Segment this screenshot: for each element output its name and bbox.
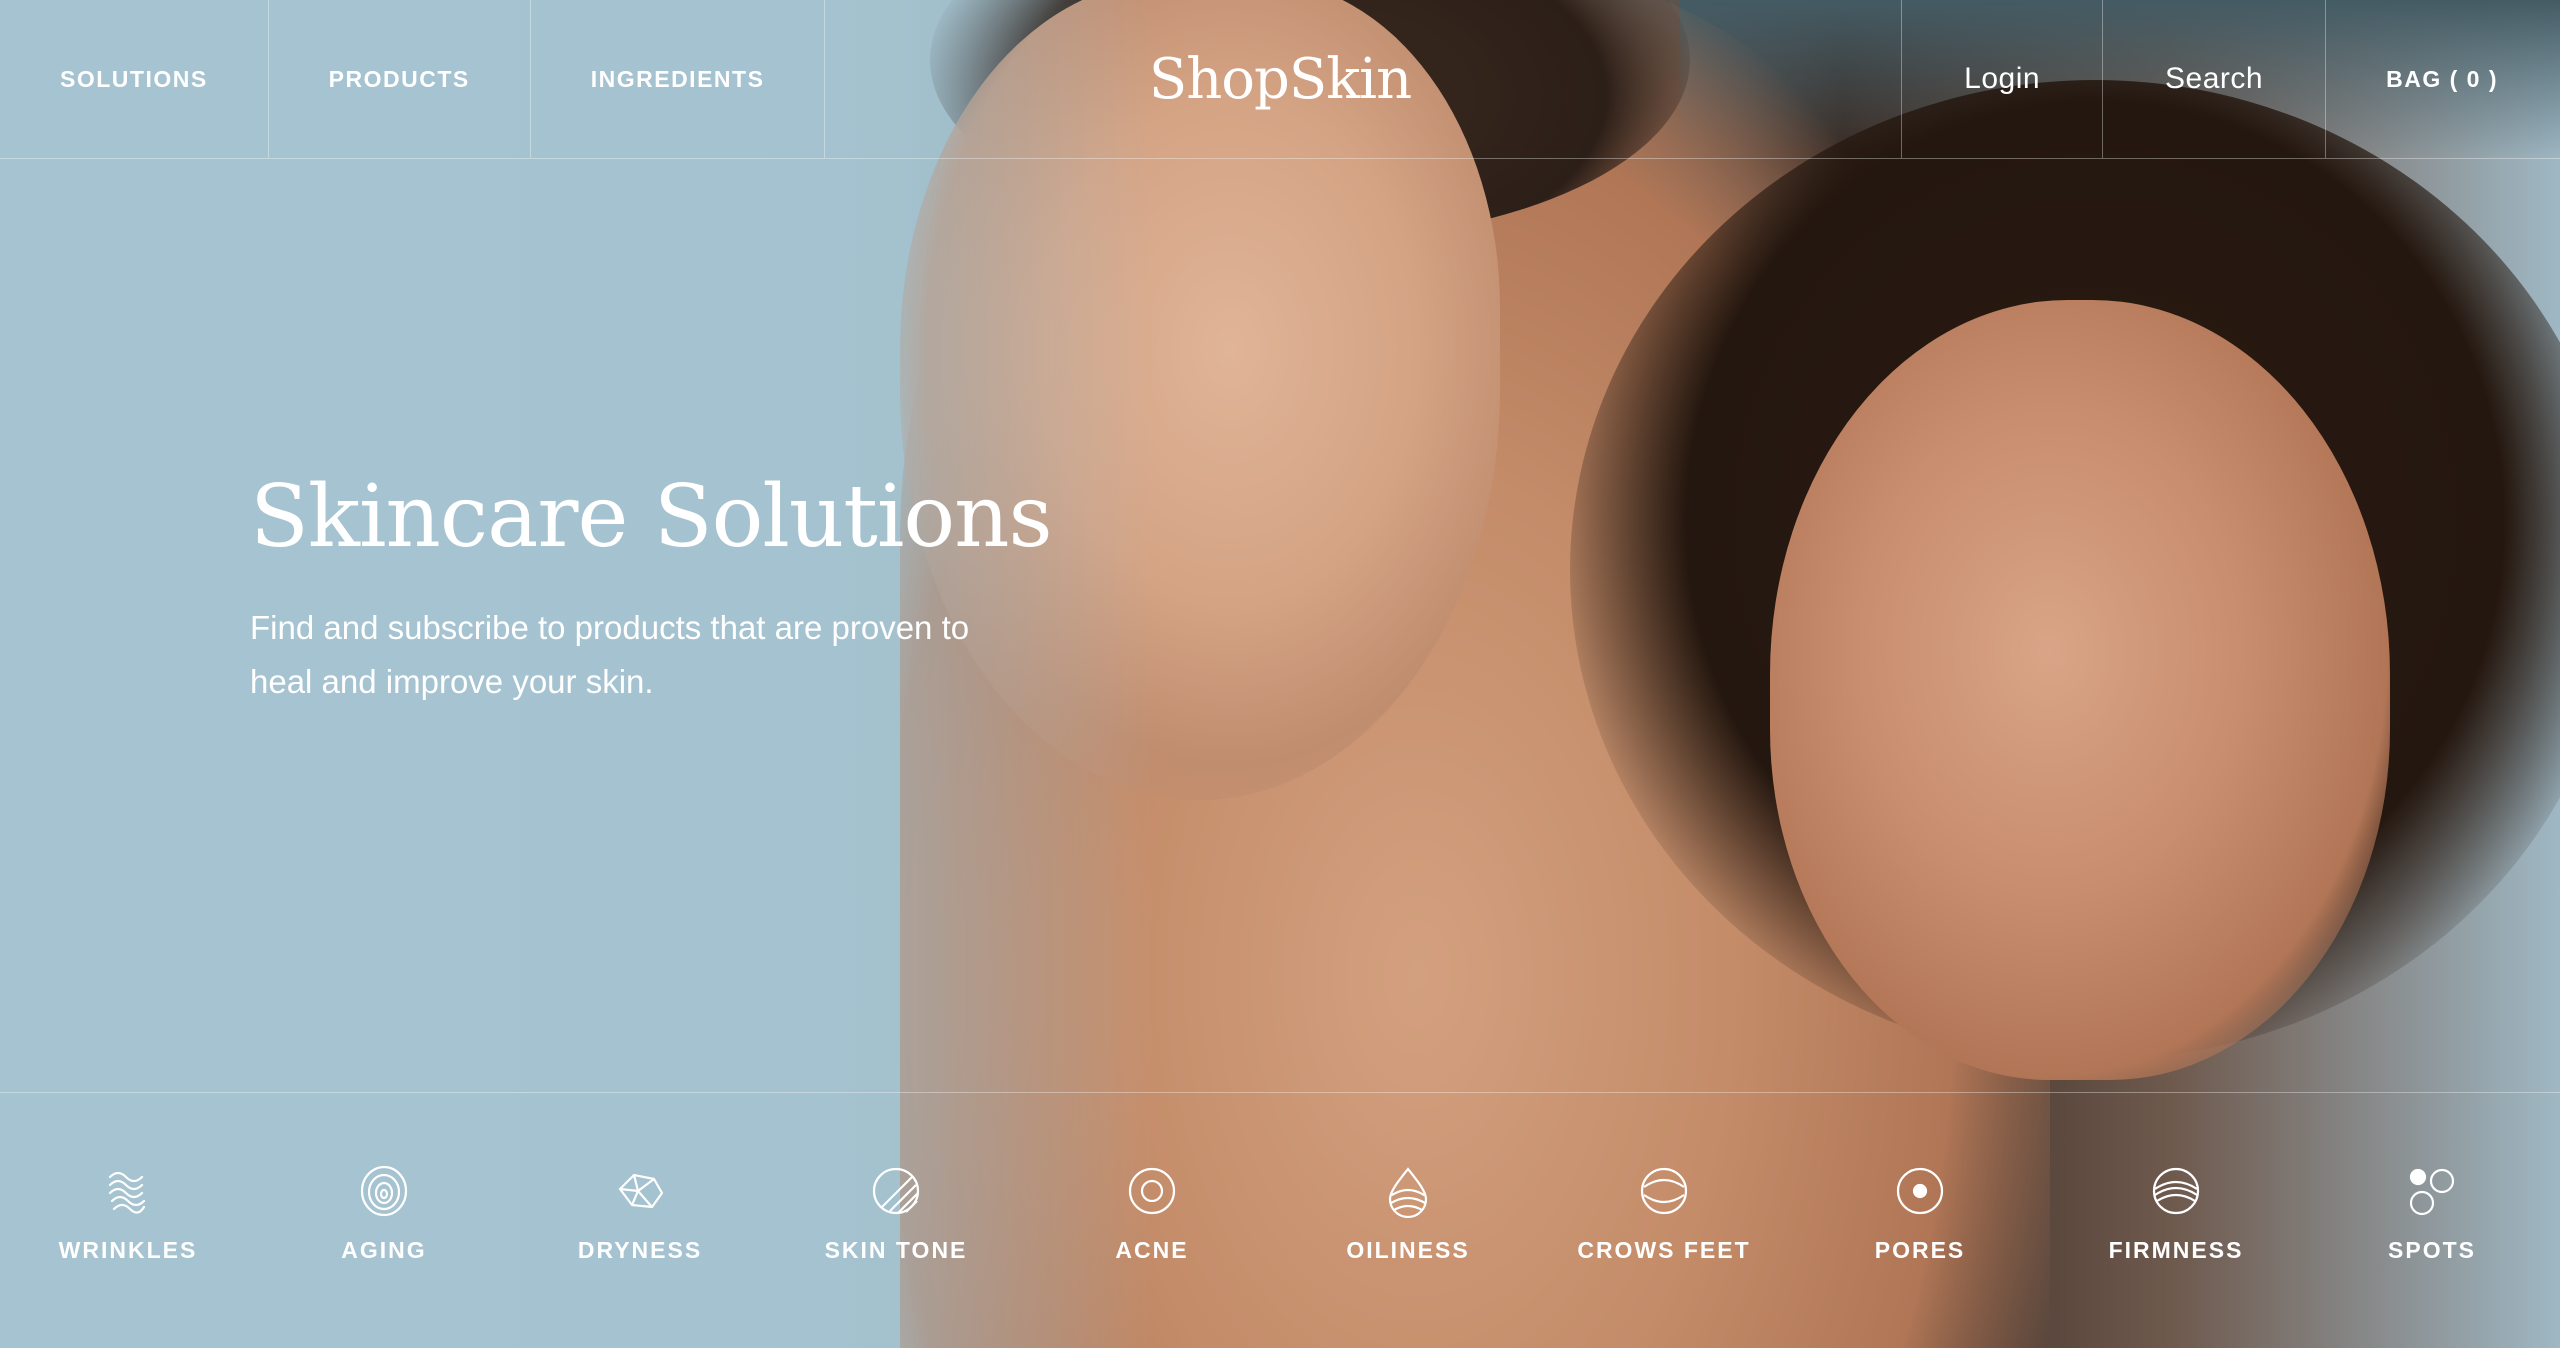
- background-face-woman: [1770, 300, 2390, 1080]
- login-link[interactable]: Login: [1901, 0, 2102, 158]
- hero-section: SOLUTIONS PRODUCTS INGREDIENTS Login Sea…: [0, 0, 2560, 1348]
- nav-solutions-link[interactable]: SOLUTIONS: [0, 0, 269, 158]
- category-dryness[interactable]: DRYNESS: [512, 1163, 768, 1264]
- category-aging[interactable]: AGING: [256, 1163, 512, 1264]
- bag-link[interactable]: BAG ( 0 ): [2325, 0, 2560, 158]
- category-wrinkles[interactable]: WRINKLES: [0, 1163, 256, 1264]
- hero-subtitle: Find and subscribe to products that are …: [250, 608, 970, 701]
- category-label: PORES: [1874, 1237, 1966, 1263]
- crows-feet-icon: [1636, 1163, 1692, 1219]
- dryness-icon: [612, 1163, 668, 1219]
- background-hair-woman: [1570, 80, 2560, 1060]
- category-label: ACNE: [1115, 1237, 1189, 1263]
- search-link[interactable]: Search: [2102, 0, 2325, 158]
- category-label: AGING: [341, 1237, 427, 1263]
- oiliness-icon: [1380, 1163, 1436, 1219]
- aging-icon: [356, 1163, 412, 1219]
- category-pores[interactable]: PORES: [1792, 1163, 2048, 1264]
- category-label: DRYNESS: [577, 1237, 703, 1263]
- nav-right-group: Login Search BAG ( 0 ): [1901, 0, 2560, 158]
- category-firmness[interactable]: FIRMNESS: [2048, 1163, 2304, 1264]
- hero-copy: Skincare Solutions Find and subscribe to…: [250, 467, 1053, 709]
- category-label: OILINESS: [1346, 1237, 1470, 1263]
- category-acne[interactable]: ACNE: [1024, 1163, 1280, 1264]
- skin-tone-icon: [868, 1163, 924, 1219]
- brand-logo[interactable]: ShopSkin: [1149, 44, 1412, 114]
- category-label: FIRMNESS: [2108, 1237, 2244, 1263]
- category-label: SKIN TONE: [824, 1237, 968, 1263]
- nav-products-link[interactable]: PRODUCTS: [269, 0, 531, 158]
- pores-icon: [1892, 1163, 1948, 1219]
- firmness-icon: [2148, 1163, 2204, 1219]
- wrinkles-icon: [100, 1163, 156, 1219]
- acne-icon: [1124, 1163, 1180, 1219]
- category-spots[interactable]: SPOTS: [2304, 1163, 2560, 1264]
- hero-title: Skincare Solutions: [250, 467, 1053, 567]
- nav-ingredients-link[interactable]: INGREDIENTS: [531, 0, 826, 158]
- category-label: WRINKLES: [58, 1237, 198, 1263]
- category-skin-tone[interactable]: SKIN TONE: [768, 1163, 1024, 1264]
- category-label: SPOTS: [2388, 1237, 2476, 1263]
- nav-left-group: SOLUTIONS PRODUCTS INGREDIENTS: [0, 0, 826, 158]
- spots-icon: [2404, 1163, 2460, 1219]
- category-strip: WRINKLES AGING DRYNESS SKIN TONE ACNE OI…: [0, 1092, 2560, 1348]
- category-label: CROWS FEET: [1577, 1237, 1751, 1263]
- category-crows-feet[interactable]: CROWS FEET: [1536, 1163, 1792, 1264]
- category-oiliness[interactable]: OILINESS: [1280, 1163, 1536, 1264]
